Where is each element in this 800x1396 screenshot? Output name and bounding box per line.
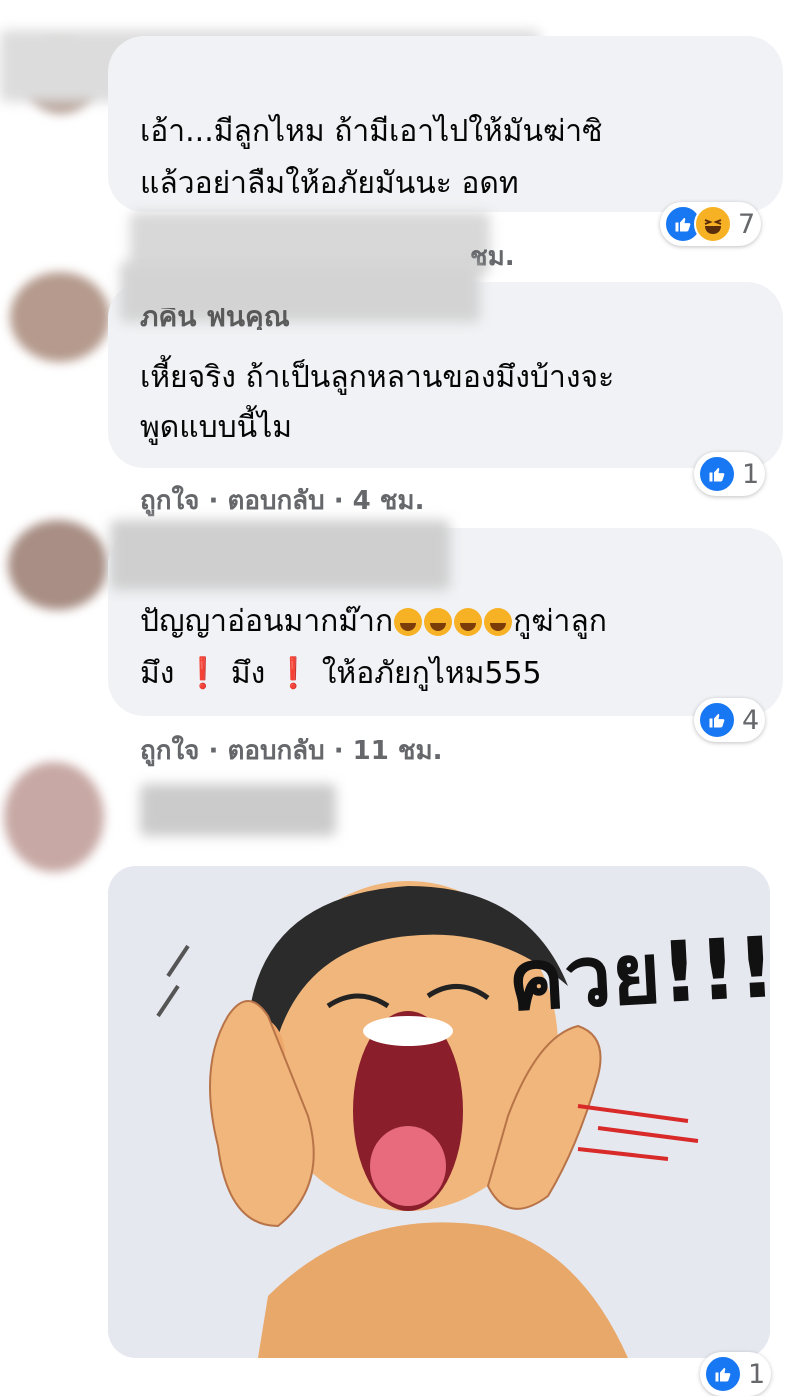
comment-text: เอ้า...มีลูกไหม ถ้ามีเอาไปให้มันฆ่าซิ <box>140 114 603 149</box>
reaction-summary[interactable]: 7 <box>660 202 762 246</box>
reaction-count: 7 <box>738 208 756 240</box>
reaction-count: 4 <box>742 704 760 736</box>
separator: · <box>333 486 344 516</box>
exclamation-emoji: ❗ <box>274 656 313 691</box>
comment-text: แล้วอย่าลืมให้อภัยมันนะ อดท <box>140 166 519 201</box>
haha-icon <box>694 205 732 243</box>
rolling-laugh-emoji <box>394 608 423 636</box>
avatar[interactable] <box>8 520 108 610</box>
like-link[interactable]: ถูกใจ <box>140 480 199 521</box>
text-segment: กูฆ่าลูก <box>513 604 607 639</box>
separator: · <box>333 736 344 766</box>
like-icon <box>698 455 736 493</box>
like-icon <box>704 1355 742 1393</box>
reaction-summary[interactable]: 4 <box>694 698 766 742</box>
reaction-count: 1 <box>742 458 760 490</box>
avatar[interactable] <box>4 762 104 872</box>
comment-time[interactable]: 11 ชม. <box>353 730 443 771</box>
tears-of-joy-emoji <box>424 608 453 636</box>
commenter-name[interactable] <box>110 520 450 590</box>
separator: · <box>208 486 219 516</box>
sticker-image[interactable]: ควย!!! <box>108 866 770 1358</box>
comment-time[interactable]: 4 ชม. <box>353 480 425 521</box>
like-link[interactable]: ถูกใจ <box>140 730 199 771</box>
reaction-summary[interactable]: 1 <box>694 452 766 496</box>
avatar[interactable] <box>10 272 110 362</box>
comment-actions: ถูกใจ · ตอบกลับ · 4 ชม. <box>140 480 424 521</box>
reaction-summary[interactable]: 1 <box>700 1352 772 1396</box>
reaction-count: 1 <box>748 1358 766 1390</box>
comment-text: มึง ❗ มึง ❗ ให้อภัยกูไหม555 <box>140 648 542 700</box>
comment-actions: ถูกใจ · ตอบกลับ · 11 ชม. <box>140 730 443 771</box>
text-segment: ปัญญาอ่อนมากม๊าก <box>140 604 394 639</box>
comment-text: เหี้ยจริง ถ้าเป็นลูกหลานของมึงบ้างจะ <box>140 360 615 395</box>
commenter-name-fragment[interactable]: ภคิน ฟนคุณ <box>140 308 290 330</box>
text-segment: มึง <box>140 656 175 691</box>
reply-link[interactable]: ตอบกลับ <box>227 730 324 771</box>
exclamation-emoji: ❗ <box>183 656 222 691</box>
comment-text: ปัญญาอ่อนมากม๊าก กูฆ่าลูก <box>140 596 607 648</box>
sticker-text: ควย!!! <box>505 918 770 1030</box>
tears-of-joy-emoji <box>484 608 513 636</box>
reply-link[interactable]: ตอบกลับ <box>227 480 324 521</box>
text-segment: มึง <box>230 656 266 691</box>
separator: · <box>208 736 219 766</box>
like-icon <box>698 701 736 739</box>
commenter-name[interactable] <box>140 784 336 836</box>
comment-text: พูดแบบนี้ไม <box>140 410 293 445</box>
text-segment: ให้อภัยกูไหม555 <box>321 656 542 691</box>
tears-of-joy-emoji <box>454 608 483 636</box>
